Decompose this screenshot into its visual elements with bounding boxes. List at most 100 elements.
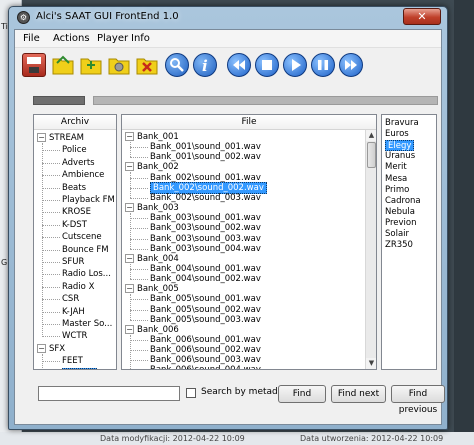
- voice-item[interactable]: Nebula: [385, 207, 415, 218]
- play-icon[interactable]: [283, 53, 307, 77]
- archive-item[interactable]: K-JAH: [62, 306, 85, 318]
- voice-item[interactable]: Elegy: [385, 140, 415, 152]
- save-icon[interactable]: [22, 53, 46, 77]
- voice-item[interactable]: Solair: [385, 229, 409, 240]
- stop-icon[interactable]: [255, 53, 279, 77]
- find-previous-button[interactable]: Find previous: [391, 385, 445, 415]
- archive-item[interactable]: Radio X: [62, 281, 94, 293]
- tree-connector: [42, 274, 60, 276]
- tree-group-stream[interactable]: − STREAM: [37, 132, 84, 144]
- scroll-up-icon[interactable]: ▲: [366, 130, 376, 141]
- archive-item[interactable]: CSR: [62, 293, 79, 305]
- find-next-button[interactable]: Find next: [331, 385, 386, 403]
- archive-item-label: FEET: [62, 356, 83, 367]
- archive-item[interactable]: Beats: [62, 182, 86, 194]
- menu-file[interactable]: File: [23, 33, 40, 44]
- archive-item[interactable]: K-DST: [62, 219, 87, 231]
- tree-connector: [130, 340, 148, 341]
- tree-connector: [130, 218, 148, 220]
- collapse-icon[interactable]: −: [125, 284, 134, 294]
- delete-folder-icon[interactable]: [135, 53, 159, 77]
- voice-item[interactable]: Uranus: [385, 151, 415, 162]
- archive-item[interactable]: FEET: [62, 355, 83, 367]
- search-input[interactable]: [38, 386, 180, 401]
- search-metadata-checkbox[interactable]: [186, 388, 196, 398]
- collapse-icon[interactable]: −: [125, 162, 134, 172]
- tree-connector: [130, 268, 148, 270]
- archive-item[interactable]: Master So...: [62, 318, 112, 330]
- file-item[interactable]: Bank_006\sound_004.wav: [150, 364, 261, 369]
- add-folder-icon[interactable]: [79, 53, 103, 77]
- archive-item[interactable]: Bounce FM: [62, 244, 109, 256]
- archive-item[interactable]: WCTR: [62, 330, 87, 342]
- archive-item-label: K-JAH: [62, 306, 85, 317]
- collapse-icon[interactable]: −: [125, 203, 134, 213]
- archive-item[interactable]: KROSE: [62, 206, 91, 218]
- archive-item[interactable]: Police: [62, 144, 87, 156]
- file-tree-pane[interactable]: File − Bank_001 Bank_001\sound_001.wav Bank…: [121, 114, 377, 370]
- archive-item-label: Radio Los...: [62, 269, 111, 280]
- archive-item-label: SFUR: [62, 257, 85, 267]
- tree-connector: [42, 336, 60, 338]
- voice-item[interactable]: Previon: [385, 218, 417, 229]
- tree-connector: [42, 299, 60, 301]
- tree-connector: [42, 353, 43, 369]
- scroll-thumb[interactable]: [367, 142, 376, 168]
- collapse-icon[interactable]: −: [37, 133, 46, 142]
- collapse-icon[interactable]: −: [125, 324, 134, 334]
- voice-item[interactable]: Primo: [385, 185, 409, 196]
- seek-bar[interactable]: [93, 96, 438, 105]
- scroll-down-icon[interactable]: ▼: [366, 358, 376, 369]
- toolbar: i: [15, 49, 441, 83]
- collapse-icon[interactable]: −: [125, 132, 134, 141]
- archive-item[interactable]: Adverts: [62, 157, 95, 169]
- tree-connector: [42, 324, 60, 325]
- archive-item[interactable]: Playback FM: [62, 194, 115, 206]
- archive-item[interactable]: Ambience: [62, 169, 104, 181]
- voice-item[interactable]: ZR350: [385, 240, 413, 251]
- archive-item-label: WCTR: [62, 331, 88, 342]
- voice-item[interactable]: Cadrona: [385, 196, 421, 207]
- archive-item[interactable]: Cutscene: [62, 231, 102, 243]
- archive-item-label: Beats: [62, 182, 87, 193]
- collapse-icon[interactable]: −: [37, 343, 46, 353]
- archive-item[interactable]: Radio Los...: [62, 268, 111, 280]
- tree-connector: [130, 294, 131, 320]
- voice-item[interactable]: Euros: [385, 129, 409, 140]
- playback-progress-bar[interactable]: [33, 96, 85, 105]
- title-bar[interactable]: ⚙ Alci's SAAT GUI FrontEnd 1.0 ✕: [9, 7, 447, 29]
- collapse-icon[interactable]: −: [125, 253, 134, 263]
- find-button[interactable]: Find: [278, 385, 326, 403]
- voice-item[interactable]: Bravura: [385, 118, 419, 129]
- fast-forward-icon[interactable]: [339, 53, 363, 77]
- file-scrollbar[interactable]: ▲ ▼: [365, 130, 376, 369]
- archive-item-label: CSR: [62, 294, 80, 305]
- settings-folder-icon[interactable]: [107, 53, 131, 77]
- menu-player[interactable]: Player: [97, 33, 128, 44]
- background-letter: G: [1, 258, 8, 267]
- close-button[interactable]: ✕: [403, 8, 441, 25]
- archive-item-label: Radio X: [62, 281, 95, 292]
- tree-connector: [130, 142, 131, 158]
- svg-text:i: i: [202, 57, 208, 75]
- archive-item-label: GENRL: [62, 367, 97, 369]
- tree-group-label: SFX: [49, 343, 66, 354]
- open-folder-icon[interactable]: [51, 53, 75, 77]
- archive-item[interactable]: SFUR: [62, 256, 84, 268]
- tree-connector: [42, 212, 60, 214]
- tree-connector: [130, 279, 148, 281]
- rewind-icon[interactable]: [227, 53, 251, 77]
- menu-actions[interactable]: Actions: [53, 33, 90, 44]
- archive-item[interactable]: GENRL: [62, 367, 97, 369]
- info-icon[interactable]: i: [193, 53, 217, 77]
- pause-icon[interactable]: [311, 53, 335, 77]
- voice-item[interactable]: Mesa: [385, 174, 407, 185]
- search-icon[interactable]: [165, 53, 189, 77]
- tree-connector: [42, 286, 60, 288]
- tree-connector: [42, 143, 43, 337]
- archive-tree-pane[interactable]: Archiv − STREAM Police Adverts Ambience Beats…: [33, 114, 117, 370]
- menu-info[interactable]: Info: [131, 33, 150, 44]
- voice-item[interactable]: Merit: [385, 162, 407, 173]
- voice-list-pane[interactable]: Bravura Euros Elegy Uranus Merit Mesa Primo Cad…: [381, 114, 437, 370]
- tree-connector: [130, 309, 148, 311]
